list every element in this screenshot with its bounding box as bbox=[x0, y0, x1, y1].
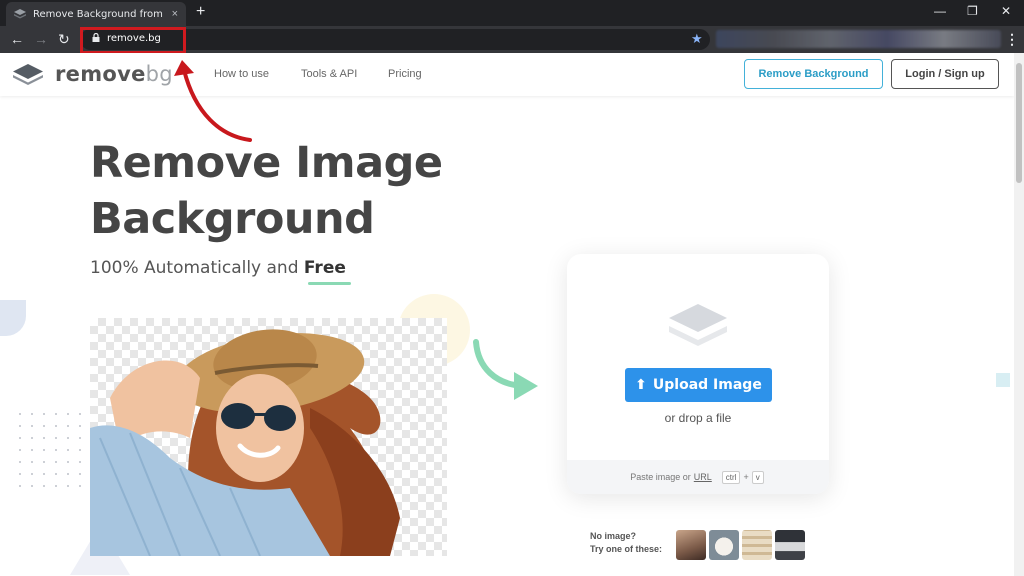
remove-background-button[interactable]: Remove Background bbox=[744, 59, 883, 89]
paste-hint-bar: Paste image or URL ctrl + v bbox=[567, 460, 829, 494]
scroll-thumb[interactable] bbox=[1016, 63, 1022, 183]
site-header: removebg How to use Tools & API Pricing … bbox=[0, 53, 1014, 96]
upload-card[interactable]: ⬆ Upload Image or drop a file Paste imag… bbox=[567, 254, 829, 494]
sample-thumb-food[interactable] bbox=[742, 530, 772, 560]
restore-icon[interactable]: ❐ bbox=[967, 4, 978, 18]
browser-tab-bar: Remove Background from Image × + — ❐ ✕ bbox=[0, 0, 1024, 26]
decorative-shape bbox=[0, 300, 26, 336]
layers-placeholder-icon bbox=[669, 304, 727, 346]
v-key: v bbox=[751, 470, 764, 484]
url-link[interactable]: URL bbox=[694, 472, 712, 482]
page-scrollbar[interactable] bbox=[1014, 53, 1024, 576]
paste-text: Paste image or bbox=[630, 472, 691, 482]
plus-sign: + bbox=[743, 472, 749, 482]
nav-tools-api[interactable]: Tools & API bbox=[301, 68, 357, 80]
logo-layers-icon[interactable] bbox=[12, 63, 44, 87]
new-tab-icon[interactable]: + bbox=[196, 4, 205, 20]
tab-title: Remove Background from Image bbox=[33, 8, 166, 20]
reload-icon[interactable]: ↻ bbox=[58, 31, 70, 47]
back-icon[interactable]: ← bbox=[10, 31, 24, 47]
hero-subtitle-free: Free bbox=[303, 258, 346, 278]
sample-thumb-person[interactable] bbox=[676, 530, 706, 560]
upload-button-label: Upload Image bbox=[652, 377, 762, 393]
hero-subtitle-prefix: 100% Automatically and bbox=[90, 258, 304, 278]
sample-thumb-car[interactable] bbox=[775, 530, 805, 560]
decorative-dots bbox=[14, 408, 88, 488]
woman-with-hat-illustration bbox=[90, 329, 400, 556]
sample-thumb-dog[interactable] bbox=[709, 530, 739, 560]
green-curved-arrow-icon bbox=[473, 339, 538, 400]
forward-icon[interactable]: → bbox=[34, 31, 48, 47]
browser-tab[interactable]: Remove Background from Image × bbox=[6, 2, 186, 26]
sample-label-line1: No image? bbox=[590, 531, 637, 541]
sample-images-label: No image? Try one of these: bbox=[590, 530, 662, 556]
drop-file-text: or drop a file bbox=[664, 411, 732, 425]
demo-cutout-image bbox=[90, 318, 447, 556]
upload-image-button[interactable]: ⬆ Upload Image bbox=[625, 368, 772, 402]
free-underline bbox=[308, 282, 351, 285]
tab-close-icon[interactable]: × bbox=[172, 8, 178, 20]
decorative-square bbox=[996, 373, 1010, 387]
ctrl-key: ctrl bbox=[721, 470, 741, 484]
logo-main: remove bbox=[55, 62, 146, 86]
nav-pricing[interactable]: Pricing bbox=[388, 68, 422, 80]
minimize-icon[interactable]: — bbox=[934, 4, 946, 18]
red-annotation-arrow-icon bbox=[174, 60, 252, 142]
bookmark-star-icon[interactable]: ★ bbox=[691, 31, 703, 47]
upload-icon: ⬆ bbox=[635, 377, 647, 393]
hero-title: Remove Image Background bbox=[90, 138, 443, 244]
close-window-icon[interactable]: ✕ bbox=[1001, 4, 1011, 18]
logo-suffix: bg bbox=[145, 62, 173, 86]
browser-menu-icon[interactable]: ⋮ bbox=[1005, 31, 1019, 48]
sample-label-line2: Try one of these: bbox=[590, 544, 663, 554]
removebg-favicon-icon bbox=[14, 9, 26, 19]
url-annotation-box bbox=[80, 27, 186, 54]
login-signup-button[interactable]: Login / Sign up bbox=[891, 59, 999, 89]
hero-subtitle: 100% Automatically and Free bbox=[90, 258, 346, 278]
site-logo[interactable]: removebg bbox=[55, 62, 173, 86]
extensions-area bbox=[716, 30, 1001, 48]
